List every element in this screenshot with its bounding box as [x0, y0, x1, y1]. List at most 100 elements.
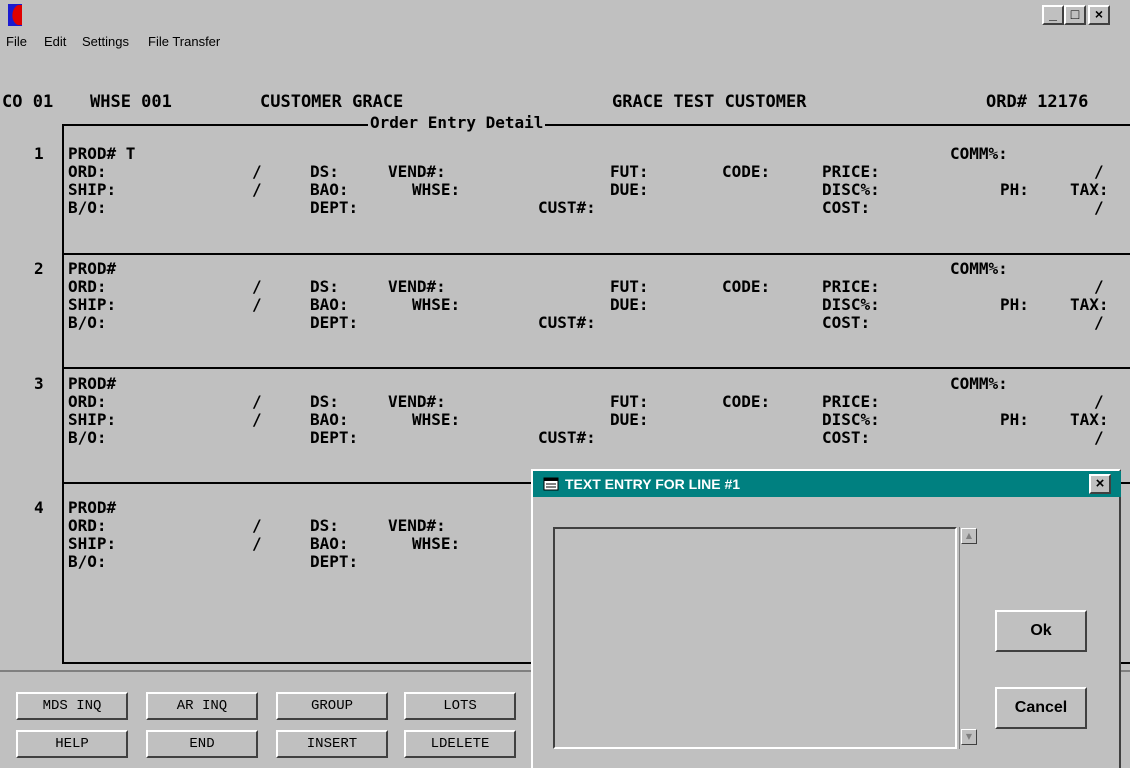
product-field[interactable]: PROD# — [68, 499, 116, 517]
bao-label: BAO: — [310, 295, 349, 314]
dept-label: DEPT: — [310, 552, 359, 571]
order-entry-detail-title: Order Entry Detail — [368, 113, 546, 132]
line-text-area[interactable] — [553, 527, 957, 749]
cost-label: COST: — [822, 313, 871, 332]
whse-label: WHSE: — [412, 534, 461, 553]
help-button[interactable]: HELP — [16, 730, 128, 758]
ship-slash: / — [252, 180, 262, 199]
price-label: PRICE: — [822, 162, 880, 181]
warehouse-code: WHSE 001 — [90, 92, 172, 112]
app-logo-icon — [8, 4, 22, 26]
menu-file-transfer[interactable]: File Transfer — [148, 34, 220, 49]
text-entry-dialog: TEXT ENTRY FOR LINE #1 × ▲ ▼ Ok Cancel — [531, 469, 1121, 768]
ph-label: PH: — [1000, 410, 1029, 429]
vend-label: VEND#: — [388, 516, 446, 535]
ds-label: DS: — [310, 516, 339, 535]
line-number: 4 — [34, 498, 44, 517]
ord-label: ORD: — [68, 162, 107, 181]
menu-file[interactable]: File — [6, 34, 27, 49]
due-label: DUE: — [610, 410, 649, 429]
comm-slash: / — [1094, 277, 1104, 296]
cust-label: CUST#: — [538, 313, 596, 332]
vend-label: VEND#: — [388, 392, 446, 411]
close-button[interactable]: × — [1088, 5, 1110, 25]
product-field[interactable]: PROD# T — [68, 145, 135, 163]
cust-label: CUST#: — [538, 198, 596, 217]
ship-label: SHIP: — [68, 534, 117, 553]
ship-slash: / — [252, 534, 262, 553]
insert-button[interactable]: INSERT — [276, 730, 388, 758]
ds-label: DS: — [310, 162, 339, 181]
bo-label: B/O: — [68, 313, 107, 332]
commission-label: COMM%: — [950, 374, 1008, 393]
tax-slash: / — [1094, 198, 1104, 217]
group-button[interactable]: GROUP — [276, 692, 388, 720]
ord-label: ORD: — [68, 392, 107, 411]
company-code: CO 01 — [2, 92, 54, 112]
tax-label: TAX: — [1070, 410, 1109, 429]
disc-label: DISC%: — [822, 295, 880, 314]
ph-label: PH: — [1000, 295, 1029, 314]
whse-label: WHSE: — [412, 180, 461, 199]
fut-label: FUT: — [610, 392, 649, 411]
line-number: 2 — [34, 259, 44, 278]
ord-slash: / — [252, 277, 262, 296]
scroll-down-icon[interactable]: ▼ — [961, 729, 977, 745]
dept-label: DEPT: — [310, 198, 359, 217]
ship-label: SHIP: — [68, 180, 117, 199]
ds-label: DS: — [310, 392, 339, 411]
ar-inq-button[interactable]: AR INQ — [146, 692, 258, 720]
dialog-close-button[interactable]: × — [1089, 474, 1111, 494]
line-separator — [62, 367, 1130, 369]
ord-slash: / — [252, 516, 262, 535]
ok-button[interactable]: Ok — [995, 610, 1087, 652]
code-label: CODE: — [722, 392, 771, 411]
whse-label: WHSE: — [412, 295, 461, 314]
end-button[interactable]: END — [146, 730, 258, 758]
vend-label: VEND#: — [388, 277, 446, 296]
cost-label: COST: — [822, 198, 871, 217]
menu-settings[interactable]: Settings — [82, 34, 129, 49]
code-label: CODE: — [722, 162, 771, 181]
tax-label: TAX: — [1070, 180, 1109, 199]
lots-button[interactable]: LOTS — [404, 692, 516, 720]
menu-bar: File Edit Settings File Transfer — [0, 30, 1130, 54]
due-label: DUE: — [610, 295, 649, 314]
dept-label: DEPT: — [310, 313, 359, 332]
cust-label: CUST#: — [538, 428, 596, 447]
dialog-title: TEXT ENTRY FOR LINE #1 — [565, 476, 741, 492]
vend-label: VEND#: — [388, 162, 446, 181]
product-field[interactable]: PROD# — [68, 375, 116, 393]
commission-label: COMM%: — [950, 259, 1008, 278]
comm-slash: / — [1094, 162, 1104, 181]
tax-slash: / — [1094, 313, 1104, 332]
customer-code: CUSTOMER GRACE — [260, 92, 404, 112]
minimize-button[interactable]: _ — [1042, 5, 1064, 25]
order-number: ORD# 12176 — [986, 92, 1089, 112]
bo-label: B/O: — [68, 552, 107, 571]
maximize-button[interactable]: □ — [1064, 5, 1086, 25]
bao-label: BAO: — [310, 534, 349, 553]
bao-label: BAO: — [310, 410, 349, 429]
fut-label: FUT: — [610, 162, 649, 181]
mds-inq-button[interactable]: MDS INQ — [16, 692, 128, 720]
tax-slash: / — [1094, 428, 1104, 447]
whse-label: WHSE: — [412, 410, 461, 429]
code-label: CODE: — [722, 277, 771, 296]
window-title-bar: _ □ × — [0, 0, 1130, 30]
ship-slash: / — [252, 410, 262, 429]
dialog-title-bar[interactable]: TEXT ENTRY FOR LINE #1 × — [533, 471, 1121, 497]
ship-label: SHIP: — [68, 410, 117, 429]
comm-slash: / — [1094, 392, 1104, 411]
notepad-icon — [543, 477, 559, 491]
text-scrollbar[interactable]: ▲ ▼ — [959, 527, 979, 749]
product-field[interactable]: PROD# — [68, 260, 116, 278]
disc-label: DISC%: — [822, 410, 880, 429]
ship-slash: / — [252, 295, 262, 314]
ord-slash: / — [252, 392, 262, 411]
menu-edit[interactable]: Edit — [44, 34, 66, 49]
price-label: PRICE: — [822, 392, 880, 411]
cancel-button[interactable]: Cancel — [995, 687, 1087, 729]
ldelete-button[interactable]: LDELETE — [404, 730, 516, 758]
scroll-up-icon[interactable]: ▲ — [961, 528, 977, 544]
